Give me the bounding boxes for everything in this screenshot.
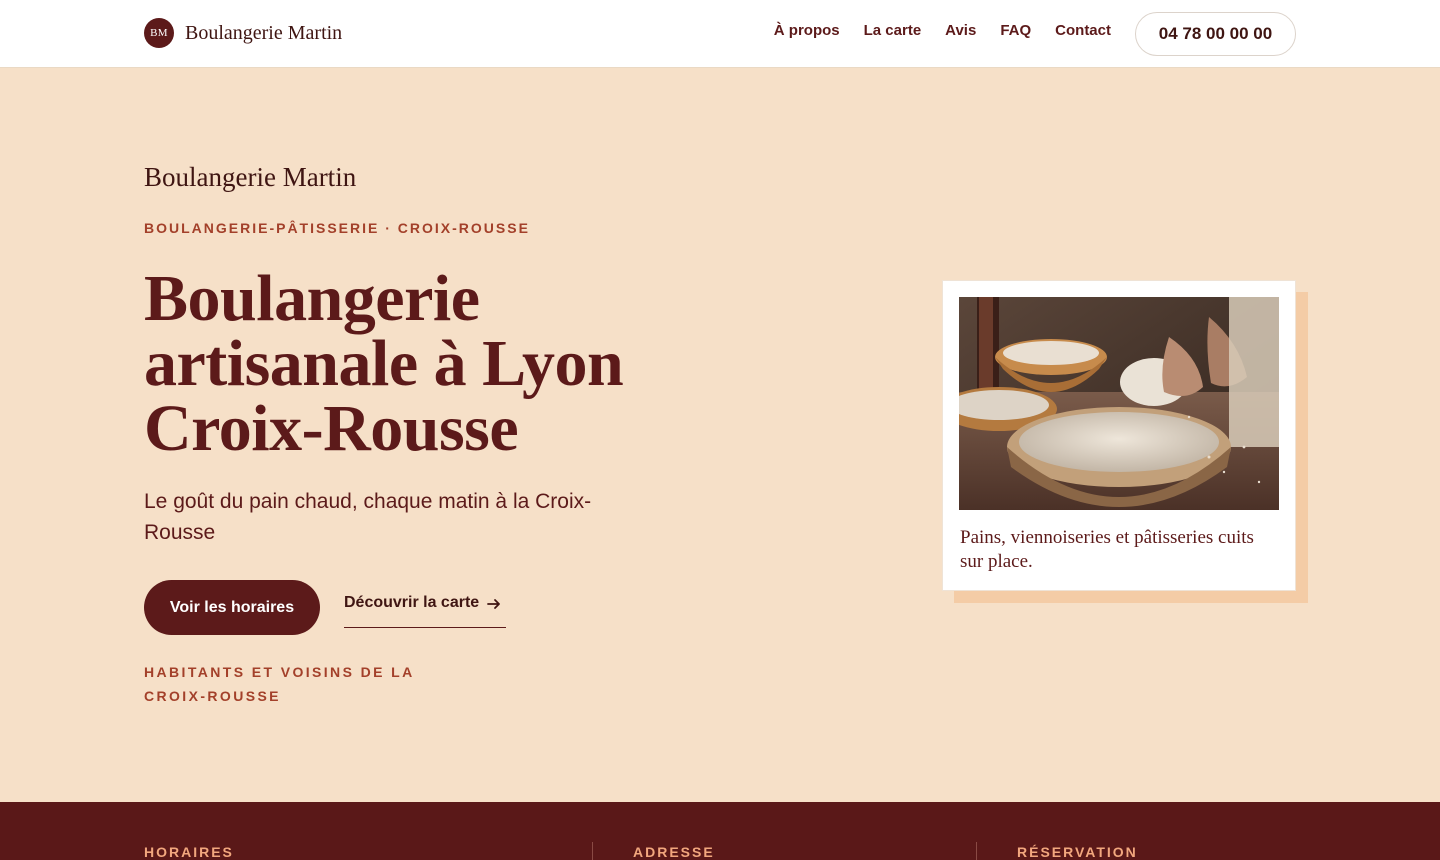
logo-badge: BM: [144, 18, 174, 48]
discover-menu-link[interactable]: Découvrir la carte: [344, 594, 506, 628]
brand-name: Boulangerie Martin: [185, 21, 343, 44]
info-band: HORAIRES ADRESSE RÉSERVATION: [0, 802, 1440, 860]
hero-tagline: HABITANTS ET VOISINS DE LA CROIX-ROUSSE: [144, 664, 415, 704]
info-divider: [592, 842, 593, 860]
nav-link-avis[interactable]: Avis: [945, 22, 976, 39]
phone-button[interactable]: 04 78 00 00 00: [1135, 12, 1296, 56]
card-caption: Pains, viennoiseries et pâtisseries cuit…: [960, 527, 1254, 572]
hero-brand-name: Boulangerie Martin: [144, 162, 357, 192]
hero-eyebrow: BOULANGERIE-PÂTISSERIE · CROIX-ROUSSE: [144, 220, 530, 236]
arrow-right-icon: [487, 599, 501, 609]
booking-label: RÉSERVATION: [1017, 844, 1138, 860]
hours-label: HORAIRES: [144, 844, 234, 860]
nav-link-contact[interactable]: Contact: [1055, 22, 1111, 39]
hero-title: Boulangerie artisanale à Lyon Croix-Rous…: [144, 262, 624, 465]
bread-dough-photo: [959, 297, 1279, 510]
address-label: ADRESSE: [633, 844, 715, 860]
info-divider: [976, 842, 977, 860]
view-hours-button[interactable]: Voir les horaires: [144, 580, 320, 635]
nav-link-faq[interactable]: FAQ: [1000, 22, 1031, 39]
hero-subtitle: Le goût du pain chaud, chaque matin à la…: [144, 490, 592, 544]
brand-logo-link[interactable]: BM Boulangerie Martin: [144, 18, 342, 48]
nav-link-la-carte[interactable]: La carte: [864, 22, 922, 39]
nav-link-a-propos[interactable]: À propos: [774, 22, 840, 39]
photo-card: Pains, viennoiseries et pâtisseries cuit…: [942, 280, 1296, 591]
discover-menu-label: Découvrir la carte: [344, 594, 480, 611]
site-header: BM Boulangerie Martin À propos La carte …: [0, 0, 1440, 68]
main-nav: À propos La carte Avis FAQ Contact: [774, 22, 1111, 39]
